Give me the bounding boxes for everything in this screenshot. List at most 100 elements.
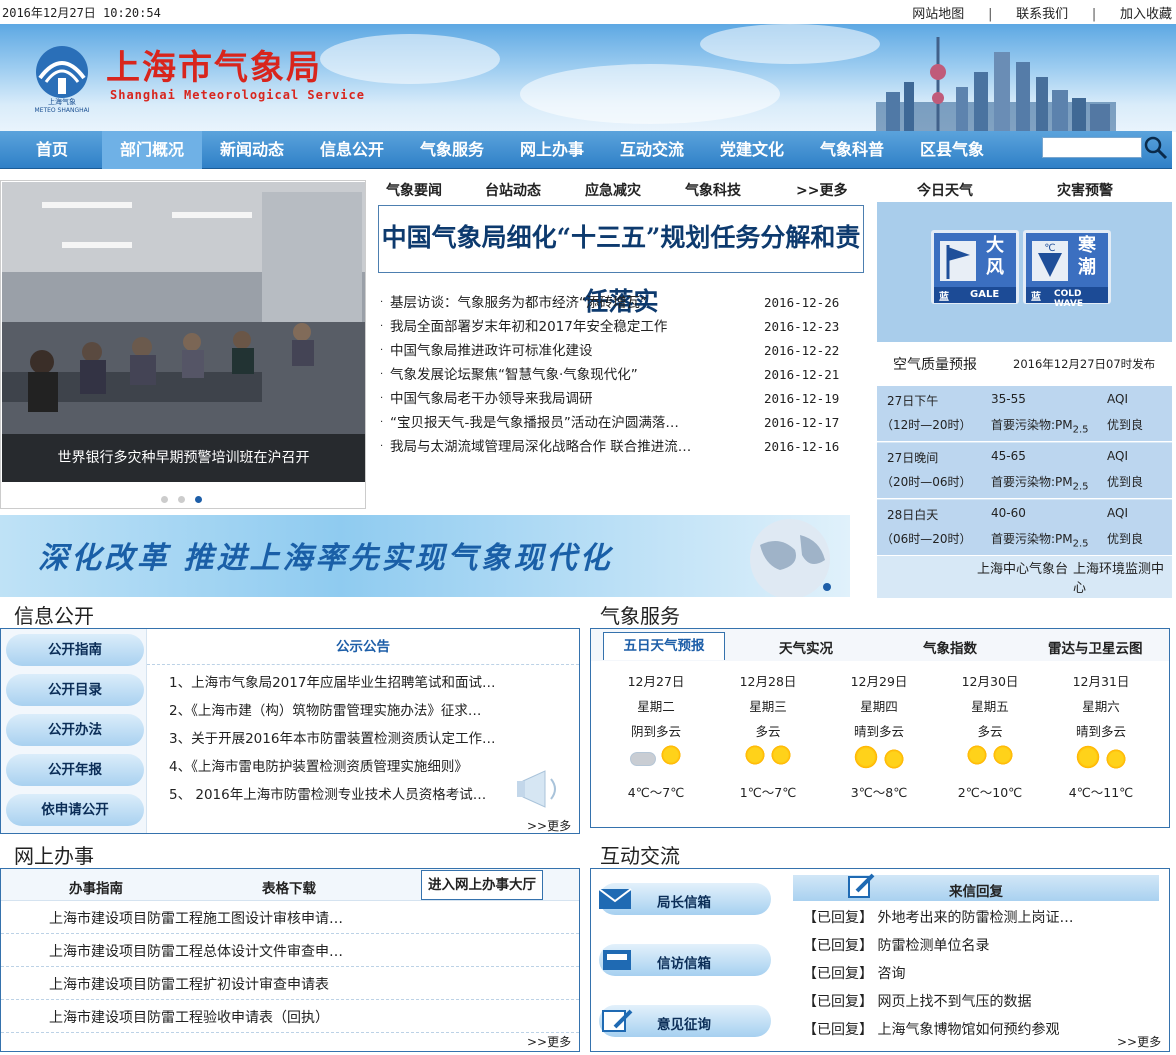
tab-radar-satellite[interactable]: 雷达与卫星云图	[1048, 637, 1143, 657]
info-section-title: 信息公开	[14, 604, 94, 628]
slider-dot[interactable]	[178, 496, 185, 503]
info-more-link[interactable]: >>更多	[527, 817, 571, 834]
reply-item[interactable]: 【已回复】 外地考出来的防雷检测上岗证…	[803, 907, 1073, 927]
news-item[interactable]: · 我局全面部署岁末年初和2017年安全稳定工作 2016-12-23	[380, 315, 840, 339]
news-title[interactable]: 气象发展论坛聚焦“智慧气象·气象现代化”	[390, 363, 708, 387]
nav-home[interactable]: 首页	[2, 131, 102, 169]
partly-cloudy-icon	[882, 748, 905, 770]
warning-glyph: 寒潮	[1078, 235, 1096, 278]
opinion-survey-button[interactable]: 意见征询	[599, 1005, 771, 1037]
nav-info-disclosure[interactable]: 信息公开	[302, 131, 402, 169]
news-item[interactable]: · 中国气象局推进政许可标准化建设 2016-12-22	[380, 339, 840, 363]
gale-warning[interactable]: 大风 蓝 GALE	[931, 230, 1019, 304]
search-input[interactable]	[1042, 137, 1142, 158]
news-item[interactable]: · 基层访谈：气象服务为都市经济“添砖增瓦” 2016-12-26	[380, 291, 840, 315]
tab-emergency[interactable]: 应急减灾	[585, 180, 641, 200]
notice-item[interactable]: 2、《上海市建（构）筑物防雷管理实施办法》征求…	[169, 699, 504, 719]
globe-icon	[750, 519, 831, 597]
form-item[interactable]: 上海市建设项目防雷工程扩初设计审查申请表	[1, 967, 579, 1000]
reply-item[interactable]: 【已回复】 网页上找不到气压的数据	[803, 991, 1031, 1011]
tab-live-weather[interactable]: 天气实况	[779, 637, 833, 657]
nav-districts[interactable]: 区县气象	[902, 131, 1002, 169]
nav-weather-service[interactable]: 气象服务	[402, 131, 502, 169]
notice-item[interactable]: 1、上海市气象局2017年应届毕业生招聘笔试和面试…	[169, 671, 504, 691]
sitemap-link[interactable]: 网站地图	[912, 3, 964, 22]
news-title[interactable]: 我局全面部署岁末年初和2017年安全稳定工作	[390, 315, 708, 339]
news-title[interactable]: “宝贝报天气-我是气象播报员”活动在沪圆满落…	[390, 411, 708, 435]
notice-item[interactable]: 5、 2016年上海市防雷检测专业技术人员资格考试…	[169, 783, 504, 803]
online-more-link[interactable]: >>更多	[527, 1033, 571, 1050]
tab-weather-index[interactable]: 气象指数	[923, 637, 977, 657]
promo-banner[interactable]: 深化改革 推进上海率先实现气象现代化	[0, 515, 850, 597]
slide-caption[interactable]: 世界银行多灾种早期预警培训班在沪召开	[2, 434, 365, 482]
interact-more-link[interactable]: >>更多	[1117, 1033, 1161, 1050]
form-item[interactable]: 上海市建设项目防雷工程施工图设计审核申请…	[1, 901, 579, 934]
central-observatory-link[interactable]: 上海中心气象台	[977, 558, 1068, 577]
nav-science[interactable]: 气象科普	[802, 131, 902, 169]
notice-item[interactable]: 4、《上海市雷电防护装置检测资质管理实施细则》	[169, 755, 504, 775]
news-title[interactable]: 中国气象局老干办领导来我局调研	[390, 387, 708, 411]
tab-disaster-warning[interactable]: 灾害预警	[1057, 180, 1113, 200]
photo-slider[interactable]: 世界银行多灾种早期预警培训班在沪召开	[0, 180, 366, 509]
tab-station-news[interactable]: 台站动态	[485, 180, 541, 200]
nav-interaction[interactable]: 互动交流	[602, 131, 702, 169]
cloud-decoration	[700, 24, 880, 64]
petition-mailbox-button[interactable]: 信访信箱	[599, 944, 771, 976]
top-bar: 2016年12月27日 10:20:54 网站地图 | 联系我们 | 加入收藏	[0, 0, 1176, 24]
news-date: 2016-12-19	[764, 391, 840, 406]
nav-party-culture[interactable]: 党建文化	[702, 131, 802, 169]
forecast-day: 12月27日 星期二 阴到多云 4℃～7℃	[627, 674, 685, 800]
env-monitoring-link[interactable]: 上海环境监测中心	[1073, 558, 1172, 596]
partly-cloudy-icon	[769, 744, 792, 766]
news-item[interactable]: · 中国气象局老干办领导来我局调研 2016-12-19	[380, 387, 840, 411]
reply-header: 来信回复	[793, 873, 1159, 901]
reply-title[interactable]: 来信回复	[949, 880, 1003, 900]
reply-item[interactable]: 【已回复】 上海气象博物馆如何预约参观	[803, 1019, 1059, 1039]
pill-disclosure-catalog[interactable]: 公开目录	[6, 674, 144, 706]
edit-icon	[602, 1009, 633, 1032]
notice-title[interactable]: 公示公告	[147, 629, 579, 665]
tab-guide[interactable]: 办事指南	[69, 877, 123, 897]
tab-forms[interactable]: 表格下载	[262, 877, 316, 897]
tab-today-weather[interactable]: 今日天气	[917, 180, 973, 200]
tab-headlines[interactable]: 气象要闻	[386, 180, 442, 200]
tab-five-day[interactable]: 五日天气预报	[603, 632, 725, 660]
nav-news[interactable]: 新闻动态	[202, 131, 302, 169]
form-item[interactable]: 上海市建设项目防雷工程总体设计文件审查申…	[1, 934, 579, 967]
slider-dot[interactable]	[161, 496, 168, 503]
form-item[interactable]: 上海市建设项目防雷工程验收申请表（回执）	[1, 1000, 579, 1033]
tab-tech[interactable]: 气象科技	[685, 180, 741, 200]
nav-online-service[interactable]: 网上办事	[502, 131, 602, 169]
news-title[interactable]: 中国气象局推进政许可标准化建设	[390, 339, 708, 363]
pill-annual-report[interactable]: 公开年报	[6, 754, 144, 786]
pill-disclosure-guide[interactable]: 公开指南	[6, 634, 144, 666]
headline-link[interactable]: 中国气象局细化“十三五”规划任务分解和责任落实	[378, 205, 864, 316]
contact-link[interactable]: 联系我们	[1016, 3, 1068, 22]
enter-service-hall-button[interactable]: 进入网上办事大厅	[421, 870, 543, 900]
news-title[interactable]: 我局与太湖流域管理局深化战略合作 联合推进流…	[390, 435, 708, 459]
cold-wave-warning[interactable]: ℃ 寒潮 蓝 COLD WAVE	[1023, 230, 1111, 309]
news-item[interactable]: · 我局与太湖流域管理局深化战略合作 联合推进流… 2016-12-16	[380, 435, 840, 459]
reply-item[interactable]: 【已回复】 咨询	[803, 963, 905, 983]
slider-dot-active[interactable]	[195, 496, 202, 503]
nav-about[interactable]: 部门概况	[102, 131, 202, 169]
news-date: 2016-12-23	[764, 319, 840, 334]
bookmark-link[interactable]: 加入收藏	[1120, 3, 1172, 22]
news-item[interactable]: · “宝贝报天气-我是气象播报员”活动在沪圆满落… 2016-12-17	[380, 411, 840, 435]
meteo-logo-icon[interactable]: 上海气象 METEO SHANGHAI	[24, 38, 100, 114]
reply-item[interactable]: 【已回复】 防雷检测单位名录	[803, 935, 989, 955]
partly-cloudy-icon	[991, 744, 1014, 766]
info-box: 公开指南 公开目录 公开办法 公开年报 依申请公开 公示公告 1、上海市气象局2…	[0, 628, 580, 834]
search-icon[interactable]	[1143, 135, 1169, 161]
shanghai-skyline-icon	[876, 37, 1116, 132]
forecast-day: 12月31日 星期六 晴到多云 4℃～11℃	[1068, 674, 1134, 800]
pill-request-disclosure[interactable]: 依申请公开	[6, 794, 144, 826]
director-mailbox-button[interactable]: 局长信箱	[598, 883, 771, 915]
news-item[interactable]: · 气象发展论坛聚焦“智慧气象·气象现代化” 2016-12-21	[380, 363, 840, 387]
envelope-icon	[598, 888, 632, 909]
pill-disclosure-rules[interactable]: 公开办法	[6, 714, 144, 746]
news-title[interactable]: 基层访谈：气象服务为都市经济“添砖增瓦”	[390, 291, 708, 315]
news-more-link[interactable]: >>更多	[796, 180, 847, 200]
notice-item[interactable]: 3、关于开展2016年本市防雷装置检测资质认定工作…	[169, 727, 504, 747]
forecast-day: 12月28日 星期三 多云 1℃～7℃	[739, 674, 797, 800]
